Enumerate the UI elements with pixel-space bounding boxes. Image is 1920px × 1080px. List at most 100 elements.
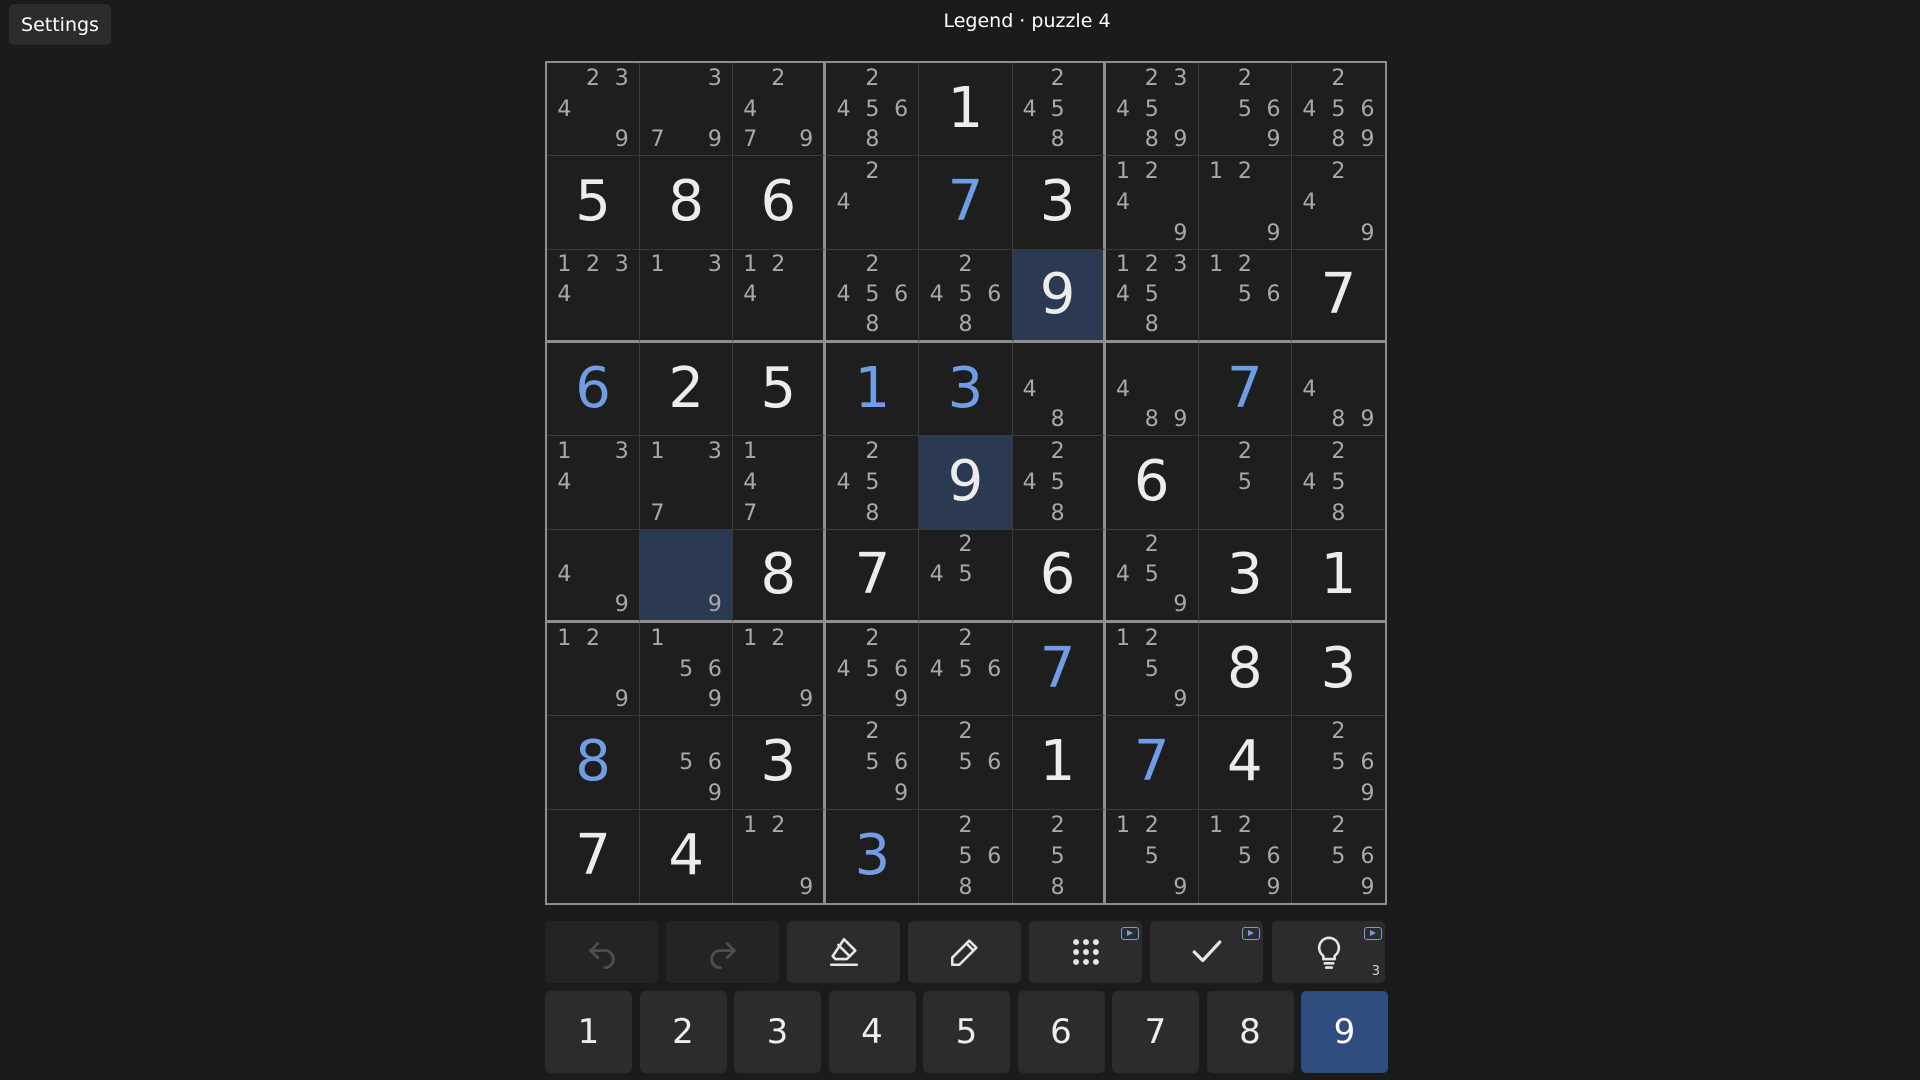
sudoku-cell[interactable]: 4 xyxy=(1198,716,1292,810)
sudoku-cell[interactable]: 2456 xyxy=(919,623,1013,717)
sudoku-cell[interactable]: 7 xyxy=(1105,716,1199,810)
sudoku-cell[interactable]: 12 9 xyxy=(733,809,827,903)
sudoku-cell[interactable]: 245 8 xyxy=(1012,63,1106,157)
sudoku-cell[interactable]: 56 9 xyxy=(640,716,734,810)
sudoku-cell[interactable]: 1 xyxy=(919,63,1013,157)
sudoku-cell[interactable]: 245 8 xyxy=(1291,436,1385,530)
sudoku-cell[interactable]: 245 xyxy=(919,529,1013,623)
sudoku-cell[interactable]: 24568 xyxy=(826,63,920,157)
sudoku-cell[interactable]: 1 4 7 xyxy=(733,436,827,530)
pencil-button[interactable] xyxy=(908,921,1021,983)
sudoku-cell[interactable]: 7 xyxy=(1012,623,1106,717)
sudoku-cell[interactable]: 124 9 xyxy=(1105,156,1199,250)
sudoku-cell[interactable]: 9 xyxy=(919,436,1013,530)
sudoku-cell[interactable]: 6 xyxy=(733,156,827,250)
sudoku-cell[interactable]: 3 7 9 xyxy=(640,63,734,157)
sudoku-cell[interactable]: 12 59 xyxy=(1105,623,1199,717)
sudoku-cell[interactable]: 2 56 9 xyxy=(1198,63,1292,157)
sudoku-cell[interactable]: 13 xyxy=(640,249,734,343)
sudoku-cell[interactable]: 12 9 xyxy=(733,623,827,717)
sudoku-cell[interactable]: 245 8 xyxy=(826,436,920,530)
sudoku-cell[interactable]: 2 56 9 xyxy=(1291,716,1385,810)
sudoku-cell[interactable]: 7 xyxy=(547,809,641,903)
sudoku-cell[interactable]: 6 xyxy=(1105,436,1199,530)
sudoku-cell[interactable]: 7 xyxy=(919,156,1013,250)
sudoku-cell[interactable]: 2459 xyxy=(1105,529,1199,623)
sudoku-cell[interactable]: 489 xyxy=(1291,343,1385,437)
sudoku-cell[interactable]: 7 xyxy=(1198,343,1292,437)
sudoku-cell[interactable]: 2 56 xyxy=(919,716,1013,810)
redo-button[interactable] xyxy=(666,921,779,983)
sudoku-cell[interactable]: 2 5 8 xyxy=(1012,809,1106,903)
sudoku-cell[interactable]: 8 xyxy=(547,716,641,810)
sudoku-cell[interactable]: 245 8 xyxy=(1012,436,1106,530)
number-key-7[interactable]: 7 xyxy=(1112,991,1199,1073)
sudoku-cell[interactable]: 1 3 7 xyxy=(640,436,734,530)
number-key-1[interactable]: 1 xyxy=(545,991,632,1073)
sudoku-cell[interactable]: 5 xyxy=(547,156,641,250)
sudoku-cell[interactable]: 4 xyxy=(640,809,734,903)
sudoku-cell[interactable]: 7 xyxy=(826,529,920,623)
candidate-slot xyxy=(579,530,608,560)
sudoku-cell[interactable]: 1 xyxy=(1291,529,1385,623)
sudoku-cell[interactable]: 12 59 xyxy=(1105,809,1199,903)
sudoku-cell[interactable]: 8 xyxy=(640,156,734,250)
number-key-8[interactable]: 8 xyxy=(1206,991,1294,1073)
sudoku-cell[interactable]: 12 9 xyxy=(547,623,641,717)
sudoku-cell[interactable]: 3 xyxy=(826,809,920,903)
sudoku-cell[interactable]: 9 xyxy=(640,529,734,623)
sudoku-cell[interactable]: 8 xyxy=(1198,623,1292,717)
sudoku-cell[interactable]: 6 xyxy=(1012,529,1106,623)
sudoku-cell[interactable]: 124 xyxy=(733,249,827,343)
number-key-9[interactable]: 9 xyxy=(1301,991,1388,1073)
sudoku-cell[interactable]: 3 xyxy=(1291,623,1385,717)
hint-button[interactable]: 3 xyxy=(1272,921,1385,983)
sudoku-cell[interactable]: 24 9 xyxy=(1291,156,1385,250)
sudoku-cell[interactable]: 245689 xyxy=(1291,63,1385,157)
sudoku-cell[interactable]: 23 45 89 xyxy=(1105,63,1199,157)
sudoku-cell[interactable]: 123 45 8 xyxy=(1105,249,1199,343)
sudoku-cell[interactable]: 1569 xyxy=(640,623,734,717)
sudoku-cell[interactable]: 6 xyxy=(547,343,641,437)
candidate-slot xyxy=(1137,374,1166,405)
sudoku-cell[interactable]: 12 56 xyxy=(1198,249,1292,343)
sudoku-cell[interactable]: 5 xyxy=(733,343,827,437)
number-key-4[interactable]: 4 xyxy=(828,991,916,1073)
sudoku-cell[interactable]: 2 xyxy=(640,343,734,437)
sudoku-cell[interactable]: 1 xyxy=(826,343,920,437)
sudoku-cell[interactable]: 1 3 4 xyxy=(547,436,641,530)
sudoku-cell[interactable]: 123 4 xyxy=(547,249,641,343)
sudoku-cell[interactable]: 24568 xyxy=(826,249,920,343)
sudoku-cell[interactable]: 489 xyxy=(1105,343,1199,437)
sudoku-cell[interactable]: 8 xyxy=(733,529,827,623)
number-key-5[interactable]: 5 xyxy=(923,991,1010,1073)
number-key-6[interactable]: 6 xyxy=(1017,991,1105,1073)
sudoku-cell[interactable]: 2 568 xyxy=(919,809,1013,903)
sudoku-cell[interactable]: 49 xyxy=(547,529,641,623)
sudoku-cell[interactable]: 3 xyxy=(733,716,827,810)
sudoku-cell[interactable]: 3 xyxy=(1198,529,1292,623)
sudoku-cell[interactable]: 2 56 9 xyxy=(826,716,920,810)
sudoku-cell[interactable]: 24568 xyxy=(919,249,1013,343)
sudoku-cell[interactable]: 48 xyxy=(1012,343,1106,437)
number-key-3[interactable]: 3 xyxy=(734,991,821,1073)
sudoku-cell[interactable]: 2456 9 xyxy=(826,623,920,717)
sudoku-cell[interactable]: 24 7 9 xyxy=(733,63,827,157)
sudoku-cell[interactable]: 2 56 9 xyxy=(1291,809,1385,903)
auto-notes-button[interactable] xyxy=(1029,921,1142,983)
sudoku-cell[interactable]: 3 xyxy=(1012,156,1106,250)
undo-button[interactable] xyxy=(545,921,658,983)
sudoku-cell[interactable]: 3 xyxy=(919,343,1013,437)
sudoku-cell[interactable]: 23 4 9 xyxy=(547,63,641,157)
candidate-slot xyxy=(764,94,792,125)
sudoku-cell[interactable]: 1 xyxy=(1012,716,1106,810)
sudoku-cell[interactable]: 7 xyxy=(1291,249,1385,343)
number-key-2[interactable]: 2 xyxy=(639,991,727,1073)
sudoku-cell[interactable]: 25 xyxy=(1198,436,1292,530)
sudoku-cell[interactable]: 24 xyxy=(826,156,920,250)
sudoku-cell[interactable]: 12 9 xyxy=(1198,156,1292,250)
sudoku-cell[interactable]: 12 56 9 xyxy=(1198,809,1292,903)
erase-button[interactable] xyxy=(787,921,900,983)
sudoku-cell[interactable]: 9 xyxy=(1012,249,1106,343)
check-button[interactable] xyxy=(1150,921,1263,983)
